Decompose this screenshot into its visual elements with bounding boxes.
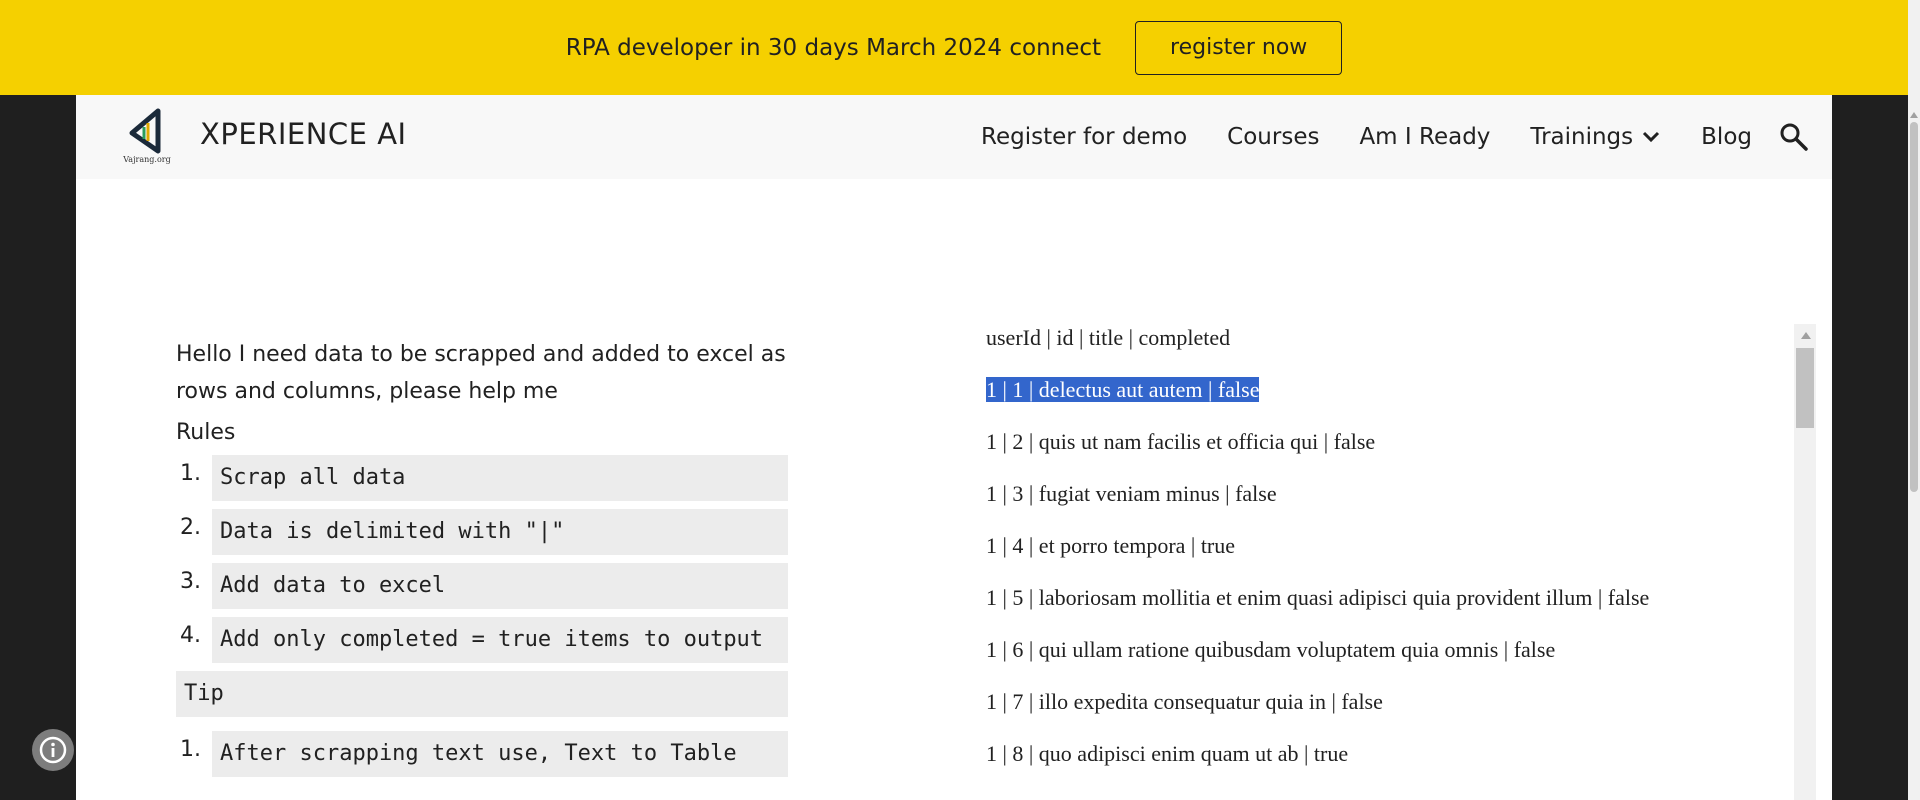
list-number: 3. xyxy=(180,569,201,594)
banner-text: RPA developer in 30 days March 2024 conn… xyxy=(565,34,1102,61)
intro-text: Hello I need data to be scrapped and add… xyxy=(176,342,786,404)
rule-code: Add data to excel xyxy=(212,563,788,609)
info-icon xyxy=(39,736,67,764)
data-header-row: userId | id | title | completed xyxy=(986,325,1231,350)
nav-register-for-demo[interactable]: Register for demo xyxy=(981,124,1187,150)
data-row: 1 | 7 | illo expedita consequatur quia i… xyxy=(986,689,1383,714)
tip-label: Tip xyxy=(176,671,788,717)
iframe-scrollbar[interactable] xyxy=(1794,324,1816,800)
logo-icon xyxy=(129,108,161,154)
scroll-up-arrow-icon[interactable] xyxy=(1801,332,1811,339)
register-now-button[interactable]: register now xyxy=(1135,20,1343,75)
list-item: 1. Scrap all data xyxy=(176,455,788,501)
data-text[interactable]: userId | id | title | completed 1 | 1 | … xyxy=(986,324,1686,792)
data-row: 1 | 4 | et porro tempora | true xyxy=(986,533,1236,558)
list-number: 4. xyxy=(180,623,201,648)
logo-subtext: Vajrang.org xyxy=(123,155,171,164)
site-header: Vajrang.org XPERIENCE AI Register for de… xyxy=(76,95,1832,179)
nav-blog[interactable]: Blog xyxy=(1701,124,1752,150)
list-number: 1. xyxy=(180,461,201,486)
rule-code: Scrap all data xyxy=(212,455,788,501)
rule-code: Add only completed = true items to outpu… xyxy=(212,617,788,663)
rule-code: Data is delimited with "|" xyxy=(212,509,788,555)
tips-list: 1. After scrapping text use, Text to Tab… xyxy=(176,731,788,777)
nav-trainings-label: Trainings xyxy=(1530,124,1634,150)
data-row: 1 | 1 | delectus aut autem | false xyxy=(986,376,1686,403)
instructions-column: Hello I need data to be scrapped and add… xyxy=(176,336,788,785)
list-number: 1. xyxy=(180,737,201,762)
promo-banner: RPA developer in 30 days March 2024 conn… xyxy=(0,0,1908,95)
tip-code: After scrapping text use, Text to Table xyxy=(212,731,788,777)
nav-trainings[interactable]: Trainings xyxy=(1530,124,1661,150)
scroll-up-arrow-icon[interactable] xyxy=(1910,112,1918,118)
data-row: 1 | 3 | fugiat veniam minus | false xyxy=(986,481,1277,506)
main-nav: Register for demo Courses Am I Ready Tra… xyxy=(981,95,1752,179)
page-scrollbar[interactable] xyxy=(1908,0,1920,800)
selected-text: 1 | 1 | delectus aut autem | false xyxy=(986,377,1260,402)
data-row: 1 | 2 | quis ut nam facilis et officia q… xyxy=(986,429,1376,454)
page-scroll-thumb[interactable] xyxy=(1910,122,1918,492)
info-button[interactable] xyxy=(32,729,74,771)
list-item: 2. Data is delimited with "|" xyxy=(176,509,788,555)
list-item: 4. Add only completed = true items to ou… xyxy=(176,617,788,663)
data-row: 1 | 8 | quo adipisci enim quam ut ab | t… xyxy=(986,741,1349,766)
nav-am-i-ready[interactable]: Am I Ready xyxy=(1359,124,1490,150)
logo[interactable]: Vajrang.org xyxy=(122,107,172,167)
main-content: Hello I need data to be scrapped and add… xyxy=(76,179,1832,800)
list-item: 3. Add data to excel xyxy=(176,563,788,609)
list-number: 2. xyxy=(180,515,201,540)
search-icon xyxy=(1780,123,1808,151)
nav-courses[interactable]: Courses xyxy=(1227,124,1319,150)
chevron-down-icon[interactable] xyxy=(1641,130,1661,144)
site-title[interactable]: XPERIENCE AI xyxy=(200,117,407,151)
search-button[interactable] xyxy=(1778,121,1810,153)
rules-heading: Rules xyxy=(176,420,236,445)
rules-list: 1. Scrap all data 2. Data is delimited w… xyxy=(176,455,788,663)
data-iframe[interactable]: userId | id | title | completed 1 | 1 | … xyxy=(976,324,1816,800)
iframe-scroll-thumb[interactable] xyxy=(1796,348,1814,428)
list-item: 1. After scrapping text use, Text to Tab… xyxy=(176,731,788,777)
data-row: 1 | 6 | qui ullam ratione quibusdam volu… xyxy=(986,637,1556,662)
data-row: 1 | 5 | laboriosam mollitia et enim quas… xyxy=(986,585,1650,610)
